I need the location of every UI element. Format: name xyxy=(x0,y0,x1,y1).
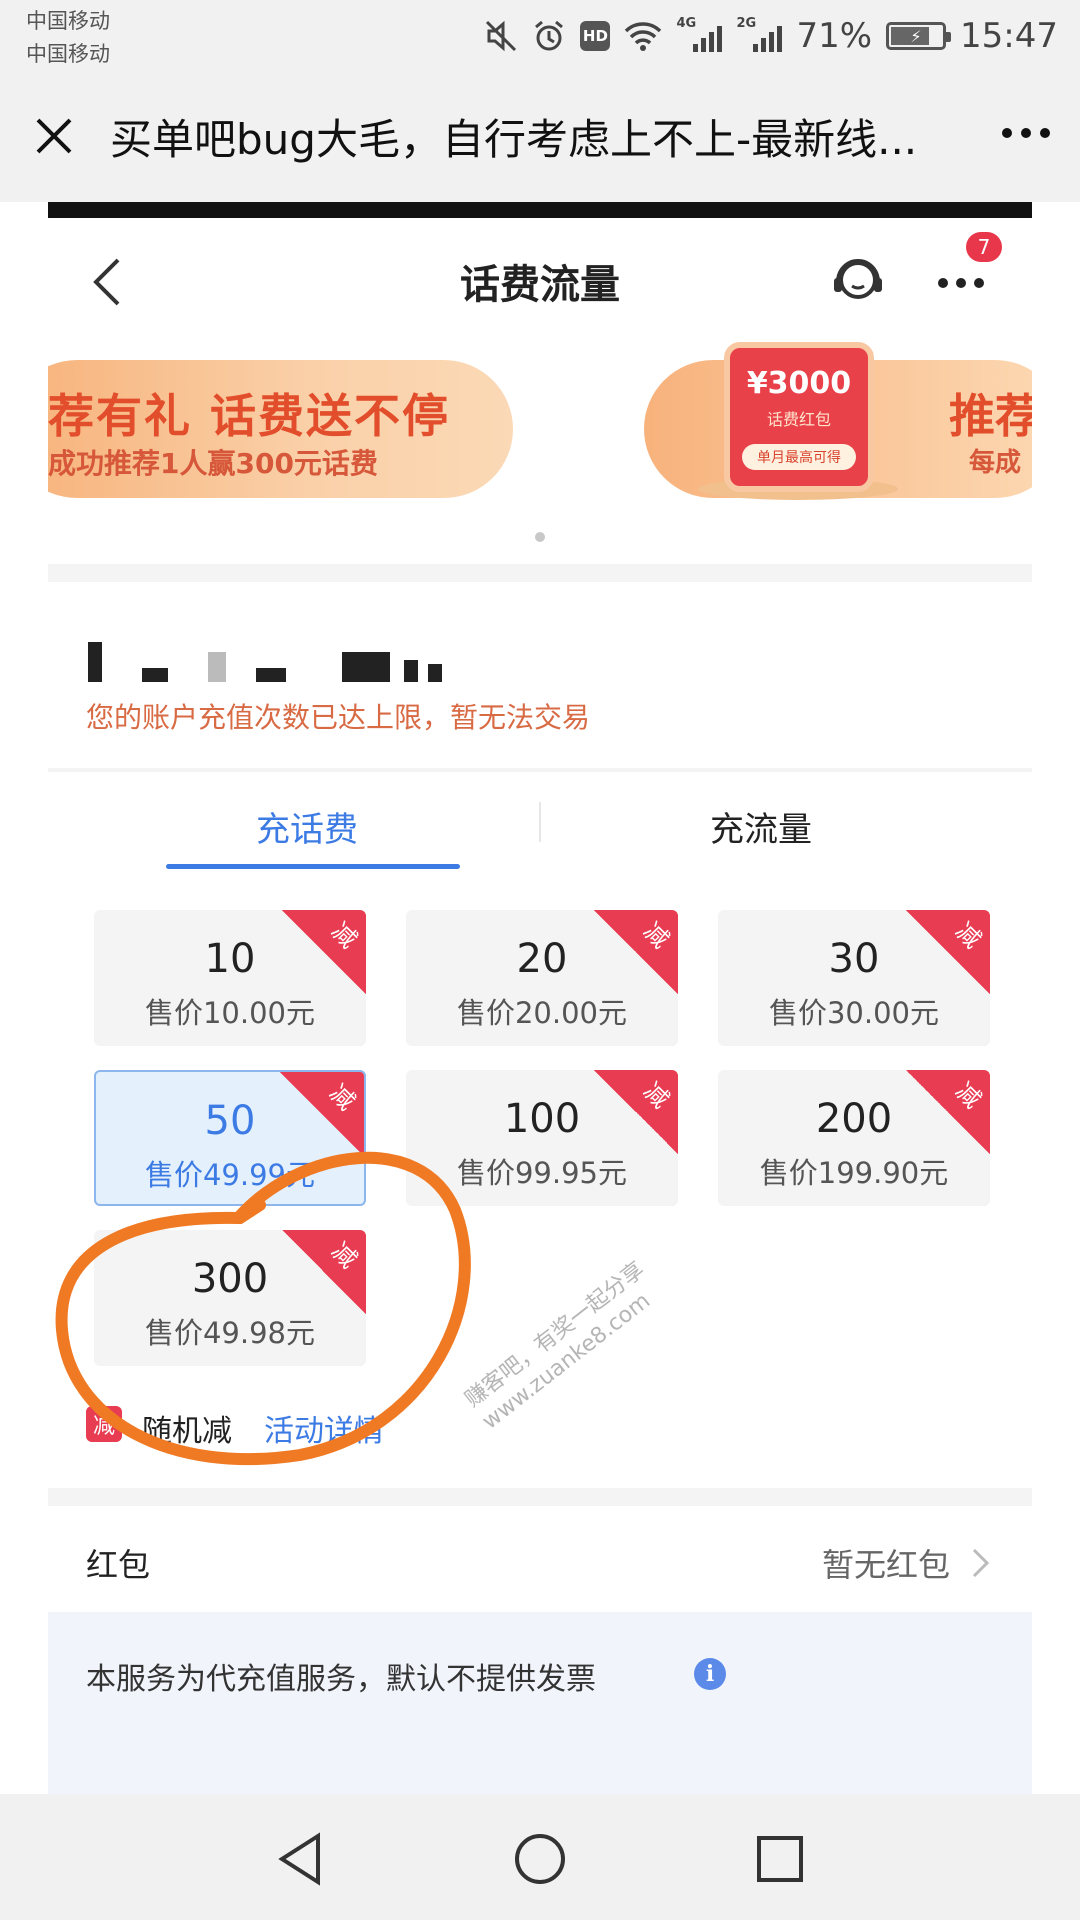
battery-icon: ⚡ xyxy=(886,22,952,50)
embedded-status-strip xyxy=(48,202,1032,218)
discount-tag: 减 xyxy=(282,1230,366,1314)
carrier-label-2: 中国移动 xyxy=(26,42,110,66)
red-envelope-cta: 单月最高可得 xyxy=(742,444,856,470)
chevron-right-icon[interactable] xyxy=(970,1546,992,1580)
tab-divider xyxy=(539,802,541,842)
random-discount-icon: 减 xyxy=(86,1406,122,1442)
section-divider xyxy=(48,1488,1032,1506)
invoice-notice: 本服务为代充值服务，默认不提供发票 xyxy=(86,1662,596,1697)
masked-phone-number xyxy=(88,638,442,682)
active-tab-indicator xyxy=(166,864,460,869)
referral-banner[interactable]: 荐有礼 话费送不停 成功推荐1人赢300元话费 xyxy=(48,360,513,498)
tab-phone-credit[interactable]: 充话费 xyxy=(256,802,358,851)
denomination-card[interactable]: 300 售价49.98元 减 xyxy=(94,1230,366,1366)
sale-price: 售价99.95元 xyxy=(456,1156,628,1190)
nav-back-icon[interactable] xyxy=(266,1824,336,1894)
banner-headline: 荐有礼 话费送不停 xyxy=(48,389,451,443)
customer-service-icon[interactable] xyxy=(828,252,888,312)
nav-home-icon[interactable] xyxy=(505,1824,575,1894)
banner-subline: 成功推荐1人赢300元话费 xyxy=(48,447,378,480)
signal-4g-icon: 4G xyxy=(676,16,723,54)
clock: 15:47 xyxy=(960,16,1058,56)
hongbao-label: 红包 xyxy=(86,1546,151,1584)
sale-price: 售价199.90元 xyxy=(759,1156,949,1190)
banner-subline: 每成 xyxy=(969,448,1022,478)
sale-price: 售价49.98元 xyxy=(144,1316,316,1350)
discount-tag: 减 xyxy=(906,910,990,994)
signal-2g-icon: 2G xyxy=(736,16,783,54)
carousel-dot xyxy=(535,532,545,542)
section-divider xyxy=(48,768,1032,772)
denomination-card[interactable]: 30 售价30.00元 减 xyxy=(718,910,990,1046)
sale-price: 售价20.00元 xyxy=(456,996,628,1030)
title-bar: 买单吧bug大毛，自行考虑上不上-最新线... xyxy=(0,72,1080,202)
red-envelope-image: ¥3000 话费红包 单月最高可得 xyxy=(724,342,874,492)
navigation-bar xyxy=(0,1794,1080,1920)
discount-tag: 减 xyxy=(282,910,366,994)
mute-icon xyxy=(484,19,518,53)
banner-headline: 推荐 xyxy=(949,389,1032,443)
carrier-label-1: 中国移动 xyxy=(26,9,110,33)
discount-tag: 减 xyxy=(594,1070,678,1154)
discount-tag: 减 xyxy=(280,1072,364,1156)
discount-tag: 减 xyxy=(594,910,678,994)
message-badge: 7 xyxy=(966,232,1002,262)
site-watermark: 赚客吧，有奖一起分享 www.zuanke8.com xyxy=(460,1257,656,1435)
battery-percent: 71% xyxy=(796,16,873,56)
close-icon[interactable] xyxy=(30,112,78,160)
denomination-card[interactable]: 10 售价10.00元 减 xyxy=(94,910,366,1046)
wifi-icon xyxy=(624,20,662,52)
red-envelope-amount: ¥3000 xyxy=(746,366,852,401)
embedded-screenshot: 话费流量 7 荐有礼 话费送不停 成功推荐1人赢300元话费 推荐 每成 ¥30… xyxy=(48,202,1032,1794)
random-discount-label: 随机减 xyxy=(142,1414,232,1449)
info-icon[interactable]: i xyxy=(694,1658,726,1690)
nav-recents-icon[interactable] xyxy=(745,1824,815,1894)
hd-voice-icon: HD xyxy=(580,21,611,51)
sale-price: 售价10.00元 xyxy=(144,996,316,1030)
status-bar: 中国移动 中国移动 HD 4G 2G 71% ⚡ 15:47 xyxy=(0,0,1080,72)
red-envelope-caption: 话费红包 xyxy=(766,410,831,429)
sale-price: 售价30.00元 xyxy=(768,996,940,1030)
notice-panel xyxy=(48,1612,1032,1794)
hongbao-value[interactable]: 暂无红包 xyxy=(822,1540,950,1586)
denomination-card-selected[interactable]: 50 售价49.99元 减 xyxy=(94,1070,366,1206)
menu-dots-icon[interactable] xyxy=(938,268,998,298)
section-divider xyxy=(48,564,1032,582)
denomination-card[interactable]: 20 售价20.00元 减 xyxy=(406,910,678,1046)
sale-price: 售价49.99元 xyxy=(144,1158,316,1192)
recharge-limit-warning: 您的账户充值次数已达上限，暂无法交易 xyxy=(86,701,591,734)
promo-details-link[interactable]: 活动详情 xyxy=(264,1406,384,1450)
alarm-icon xyxy=(532,19,566,53)
article-title: 买单吧bug大毛，自行考虑上不上-最新线... xyxy=(110,115,918,164)
more-menu-icon[interactable] xyxy=(1002,128,1050,138)
denomination-card[interactable]: 200 售价199.90元 减 xyxy=(718,1070,990,1206)
tab-data-plan[interactable]: 充流量 xyxy=(710,802,812,851)
denomination-card[interactable]: 100 售价99.95元 减 xyxy=(406,1070,678,1206)
discount-tag: 减 xyxy=(906,1070,990,1154)
